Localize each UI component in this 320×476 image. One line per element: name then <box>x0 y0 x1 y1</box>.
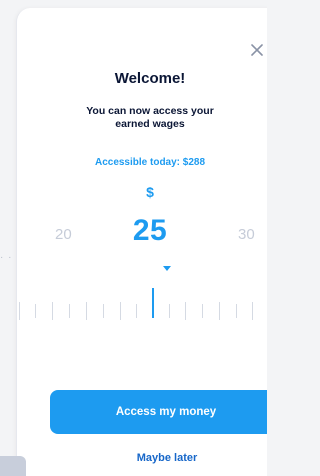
amount-slider-scale[interactable] <box>17 288 267 328</box>
close-button[interactable] <box>247 40 267 60</box>
ruler-tick <box>86 302 87 320</box>
maybe-later-link[interactable]: Maybe later <box>17 452 267 464</box>
welcome-modal: Welcome! You can now access your earned … <box>16 8 267 476</box>
accessible-amount: Accessible today: $288 <box>94 157 206 168</box>
ruler-tick <box>120 302 121 320</box>
close-icon <box>251 44 263 56</box>
modal-subtitle: You can now access your earned wages <box>17 105 267 131</box>
ruler-tick <box>103 304 104 318</box>
ruler-tick <box>19 302 20 320</box>
current-amount: 25 <box>132 214 168 247</box>
ruler-tick <box>69 304 70 318</box>
subtitle-line-2: earned wages <box>115 118 185 130</box>
ruler-tick <box>236 304 237 318</box>
ruler-tick <box>136 304 137 318</box>
amount-selector[interactable]: 20 25 30 <box>17 214 267 254</box>
ruler-tick <box>169 304 170 318</box>
ruler-tick <box>35 304 36 318</box>
modal-title: Welcome! <box>114 70 186 87</box>
app-stage: · · · Welcome! You can now access your e… <box>0 0 267 476</box>
subtitle-line-1: You can now access your <box>86 105 214 117</box>
ruler-tick-current <box>152 288 154 318</box>
corner-tab <box>0 456 26 476</box>
ruler-tick <box>202 304 203 318</box>
caret-down-icon <box>163 266 171 271</box>
currency-symbol: $ <box>146 184 154 200</box>
next-amount[interactable]: 30 <box>238 226 255 243</box>
ruler-tick <box>52 302 53 320</box>
ruler-tick <box>252 302 253 320</box>
access-money-button[interactable]: Access my money <box>50 390 267 434</box>
ruler-tick <box>219 302 220 320</box>
ruler-tick <box>185 302 186 320</box>
